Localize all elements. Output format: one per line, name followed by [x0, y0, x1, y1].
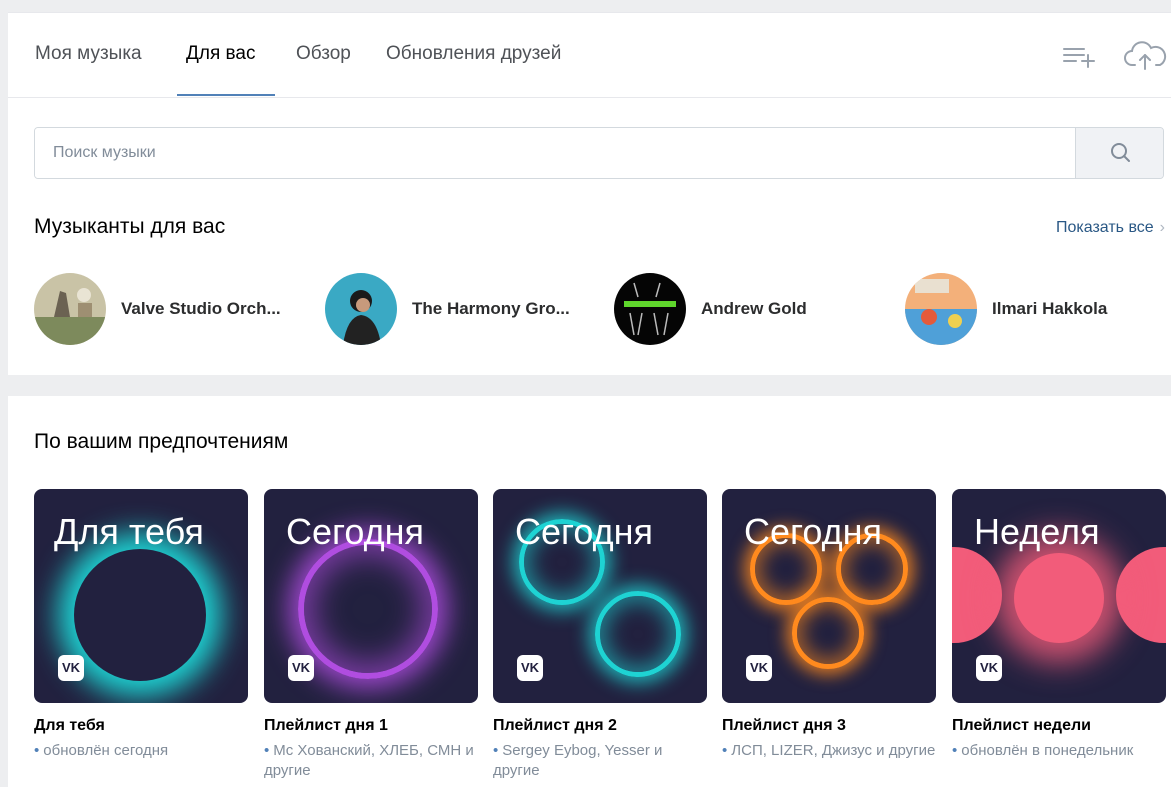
vk-logo-icon: VK	[746, 655, 772, 681]
playlist-card[interactable]: Неделя VK Плейлист недели • обновлён в по…	[952, 489, 1166, 761]
artist-avatar	[614, 273, 686, 345]
playlist-cover: Сегодня VK	[264, 489, 478, 703]
playlist-name: Плейлист дня 3	[722, 717, 846, 734]
musicians-section-title: Музыканты для вас	[34, 215, 226, 238]
cover-glow-ring	[792, 597, 864, 669]
playlist-cover: Для тебя VK	[34, 489, 248, 703]
playlist-name: Плейлист дня 2	[493, 717, 617, 734]
playlist-subtitle: • Mc Хованский, ХЛЕБ, СМН и другие	[264, 742, 474, 779]
artist-avatar	[34, 273, 106, 345]
playlist-subtitle: • обновлён сегодня	[34, 742, 169, 759]
artist-avatar	[325, 273, 397, 345]
artist-name: The Harmony Gro...	[412, 299, 570, 318]
tab-for-you[interactable]: Для вас	[186, 43, 255, 65]
preferences-section-title: По вашим предпочтениям	[34, 430, 289, 453]
playlist-cover-title: Сегодня	[515, 511, 653, 552]
playlist-subtitle: • Sergey Eybog, Yesser и другие	[493, 742, 663, 779]
search-button[interactable]	[1075, 128, 1163, 178]
show-all-link[interactable]: Показать все ›	[1056, 219, 1165, 237]
cover-half-circle	[952, 547, 1002, 643]
tab-my-music[interactable]: Моя музыка	[35, 43, 142, 65]
playlist-card[interactable]: Сегодня VK Плейлист дня 3 • ЛСП, LIZER, Д…	[722, 489, 936, 761]
tab-overview[interactable]: Обзор	[296, 43, 351, 65]
show-all-label: Показать все	[1055, 219, 1154, 236]
active-tab-indicator	[177, 94, 275, 96]
tab-bar: Моя музыка Для вас Обзор Обновления друз…	[8, 13, 1171, 98]
search-icon	[1111, 143, 1130, 162]
playlist-cover-title: Неделя	[974, 511, 1100, 552]
playlist-name: Плейлист недели	[952, 717, 1091, 734]
playlist-name: Для тебя	[34, 717, 105, 734]
preferences-card: По вашим предпочтениям Для тебя VK Для т…	[8, 396, 1171, 787]
playlist-cover: Сегодня VK	[722, 489, 936, 703]
playlist-name: Плейлист дня 1	[264, 717, 388, 734]
playlist-subtitle: • ЛСП, LIZER, Джизус и другие	[722, 742, 936, 759]
chevron-right-icon: ›	[1159, 219, 1165, 236]
artist-avatar	[905, 273, 977, 345]
music-search	[34, 127, 1164, 179]
playlist-card[interactable]: Сегодня VK Плейлист дня 1 • Mc Хованский,…	[264, 489, 478, 781]
artist-name: Andrew Gold	[701, 299, 807, 318]
playlist-cover-title: Сегодня	[744, 511, 882, 552]
cover-half-circle	[1116, 547, 1166, 643]
playlist-cover-title: Сегодня	[286, 511, 424, 552]
artist-name: Valve Studio Orch...	[121, 299, 281, 318]
playlist-cover: Неделя VK	[952, 489, 1166, 703]
playlist-card[interactable]: Сегодня VK Плейлист дня 2 • Sergey Eybog,…	[493, 489, 707, 781]
playlist-cover: Сегодня VK	[493, 489, 707, 703]
playlist-card[interactable]: Для тебя VK Для тебя • обновлён сегодня	[34, 489, 248, 761]
artist-name: Ilmari Hakkola	[992, 299, 1108, 318]
cover-glow-ring	[74, 549, 206, 681]
vk-logo-icon: VK	[58, 655, 84, 681]
cloud-upload-icon[interactable]	[1124, 39, 1167, 73]
cover-glow-ring	[298, 539, 438, 679]
playlist-subtitle: • обновлён в понедельник	[952, 742, 1134, 759]
vk-logo-icon: VK	[976, 655, 1002, 681]
cover-glow-ring	[595, 591, 681, 677]
playlist-cover-title: Для тебя	[54, 511, 204, 552]
vk-logo-icon: VK	[517, 655, 543, 681]
tab-friends-updates[interactable]: Обновления друзей	[386, 43, 561, 65]
add-playlist-icon[interactable]	[1060, 39, 1100, 73]
vk-logo-icon: VK	[288, 655, 314, 681]
cover-glow-blob	[1014, 553, 1104, 643]
music-header-card: Моя музыка Для вас Обзор Обновления друз…	[8, 12, 1171, 375]
search-input[interactable]	[35, 128, 1075, 178]
